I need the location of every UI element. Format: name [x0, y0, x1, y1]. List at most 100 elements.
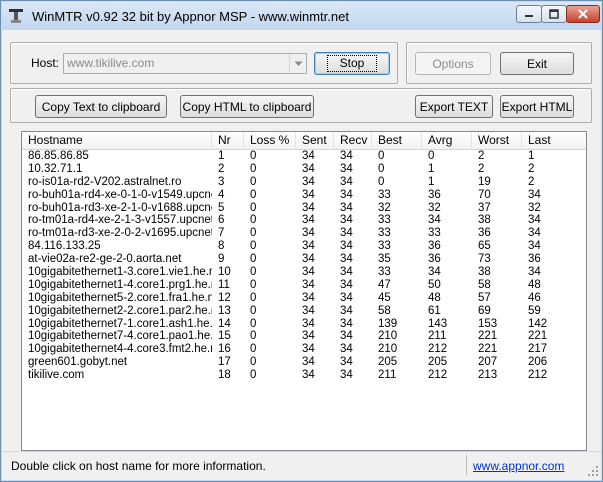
cell-best: 205: [378, 356, 398, 369]
cell-sent: 34: [302, 253, 315, 266]
cell-sent: 34: [302, 162, 315, 175]
table-row[interactable]: ro-tm01a-rd3-xe-2-0-2-v1695.upcnet.ro 7 0 3…: [22, 227, 586, 240]
title-bar[interactable]: WinMTR v0.92 32 bit by Appnor MSP - www.…: [2, 2, 601, 30]
close-button[interactable]: [566, 5, 600, 23]
cell-last: 221: [528, 330, 548, 343]
table-row[interactable]: 84.116.133.25 8 0 34 34 33 36 65 34: [22, 240, 586, 253]
table-row[interactable]: 10gigabitethernet2-2.core1.par2.he.net 13…: [22, 305, 586, 318]
cell-hostname[interactable]: ro-buh01a-rd4-xe-0-1-0-v1549.upcne...: [22, 189, 212, 202]
cell-hostname[interactable]: 10gigabitethernet7-1.core1.ash1.he....: [22, 318, 212, 331]
column-header-avrg[interactable]: Avrg: [422, 132, 472, 150]
table-row[interactable]: 10gigabitethernet4-4.core3.fmt2.he.net 16…: [22, 343, 586, 356]
column-header-nr[interactable]: Nr: [212, 132, 244, 150]
table-row[interactable]: ro-buh01a-rd4-xe-0-1-0-v1549.upcne... 4 0 3…: [22, 189, 586, 202]
cell-hostname[interactable]: ro-is01a-rd2-V202.astralnet.ro: [22, 176, 212, 189]
column-header-sent[interactable]: Sent: [296, 132, 334, 150]
host-input[interactable]: www.tikilive.com: [67, 56, 154, 70]
column-header-worst[interactable]: Worst: [472, 132, 522, 150]
cell-sent: 34: [302, 343, 315, 356]
stop-button[interactable]: Stop: [314, 52, 390, 75]
column-header-best[interactable]: Best: [372, 132, 422, 150]
column-header-hostname[interactable]: Hostname: [22, 132, 212, 150]
minimize-button[interactable]: [516, 5, 542, 23]
table-row[interactable]: ro-buh01a-rd3-xe-2-1-0-v1688.upcne... 5 0 3…: [22, 202, 586, 215]
cell-hostname[interactable]: ro-tm01a-rd4-xe-2-1-3-v1557.upcnet.ro: [22, 214, 212, 227]
cell-avrg: 212: [428, 343, 448, 356]
cell-worst: 2: [478, 162, 485, 175]
resize-grip-icon[interactable]: [587, 465, 599, 477]
cell-loss: 0: [250, 240, 257, 253]
cell-hostname[interactable]: ro-tm01a-rd3-xe-2-0-2-v1695.upcnet.ro: [22, 227, 212, 240]
table-row[interactable]: tikilive.com 18 0 34 34 211 212 213 212: [22, 369, 586, 382]
cell-sent: 34: [302, 227, 315, 240]
cell-hostname[interactable]: tikilive.com: [22, 369, 212, 382]
cell-hostname[interactable]: 10gigabitethernet1-3.core1.vie1.he.net: [22, 266, 212, 279]
cell-nr: 3: [218, 175, 225, 188]
cell-best: 139: [378, 317, 398, 330]
minimize-icon: [525, 15, 533, 17]
cell-hostname[interactable]: 10gigabitethernet1-4.core1.prg1.he.net: [22, 279, 212, 292]
cell-avrg: 33: [428, 227, 441, 240]
cell-hostname[interactable]: 86.85.86.85: [22, 150, 212, 163]
cell-recv: 34: [340, 201, 353, 214]
cell-recv: 34: [340, 175, 353, 188]
cell-hostname[interactable]: 10gigabitethernet7-4.core1.pao1.he....: [22, 330, 212, 343]
cell-last: 2: [528, 162, 535, 175]
cell-sent: 34: [302, 304, 315, 317]
cell-loss: 0: [250, 304, 257, 317]
cell-recv: 34: [340, 240, 353, 253]
cell-hostname[interactable]: 10gigabitethernet4-4.core3.fmt2.he.net: [22, 343, 212, 356]
cell-last: 217: [528, 343, 548, 356]
cell-hostname[interactable]: ro-buh01a-rd3-xe-2-1-0-v1688.upcne...: [22, 202, 212, 215]
table-row[interactable]: at-vie02a-re2-ge-2-0.aorta.net 9 0 34 34 35 36…: [22, 253, 586, 266]
cell-nr: 15: [218, 330, 231, 343]
table-row[interactable]: 10.32.71.1 2 0 34 34 0 1 2 2: [22, 163, 586, 176]
export-html-button[interactable]: Export HTML: [500, 95, 574, 118]
cell-nr: 16: [218, 343, 231, 356]
copy-text-button[interactable]: Copy Text to clipboard: [35, 95, 167, 118]
cell-best: 47: [378, 278, 391, 291]
cell-worst: 69: [478, 304, 491, 317]
cell-avrg: 36: [428, 240, 441, 253]
cell-hostname[interactable]: green601.gobyt.net: [22, 356, 212, 369]
table-row[interactable]: 10gigabitethernet1-4.core1.prg1.he.net 11…: [22, 279, 586, 292]
trace-table[interactable]: Hostname Nr Loss % Sent Recv Best Avrg Worst Las…: [21, 131, 587, 451]
table-row[interactable]: 10gigabitethernet7-1.core1.ash1.he.... 14…: [22, 318, 586, 331]
cell-worst: 36: [478, 227, 491, 240]
table-row[interactable]: 10gigabitethernet1-3.core1.vie1.he.net 10…: [22, 266, 586, 279]
cell-nr: 5: [218, 201, 225, 214]
table-row[interactable]: 10gigabitethernet5-2.core1.fra1.he.net 12…: [22, 292, 586, 305]
column-header-recv[interactable]: Recv: [334, 132, 372, 150]
cell-hostname[interactable]: 84.116.133.25: [22, 240, 212, 253]
table-row[interactable]: ro-tm01a-rd4-xe-2-1-3-v1557.upcnet.ro 6 0 3…: [22, 214, 586, 227]
appnor-link[interactable]: www.appnor.com: [473, 459, 564, 473]
cell-hostname[interactable]: 10gigabitethernet5-2.core1.fra1.he.net: [22, 292, 212, 305]
exit-button[interactable]: Exit: [500, 52, 574, 75]
cell-hostname[interactable]: at-vie02a-re2-ge-2-0.aorta.net: [22, 253, 212, 266]
host-dropdown-button[interactable]: [289, 54, 306, 73]
cell-sent: 34: [302, 150, 315, 162]
cell-hostname[interactable]: 10.32.71.1: [22, 163, 212, 176]
table-row[interactable]: green601.gobyt.net 17 0 34 34 205 205 207 206: [22, 356, 586, 369]
export-text-button[interactable]: Export TEXT: [415, 95, 493, 118]
cell-avrg: 34: [428, 266, 441, 279]
cell-loss: 0: [250, 291, 257, 304]
cell-last: 34: [528, 240, 541, 253]
maximize-button[interactable]: [541, 5, 567, 23]
column-header-last[interactable]: Last: [522, 132, 586, 150]
cell-best: 32: [378, 201, 391, 214]
table-row[interactable]: 10gigabitethernet7-4.core1.pao1.he.... 15…: [22, 330, 586, 343]
copy-html-button[interactable]: Copy HTML to clipboard: [180, 95, 314, 118]
table-row[interactable]: 86.85.86.85 1 0 34 34 0 0 2 1: [22, 150, 586, 163]
cell-worst: 65: [478, 240, 491, 253]
cell-hostname[interactable]: 10gigabitethernet2-2.core1.par2.he.net: [22, 305, 212, 318]
cell-last: 36: [528, 253, 541, 266]
table-row[interactable]: ro-is01a-rd2-V202.astralnet.ro 3 0 34 34 0 1 19…: [22, 176, 586, 189]
options-button[interactable]: Options: [415, 52, 491, 75]
cell-sent: 34: [302, 278, 315, 291]
cell-avrg: 0: [428, 150, 435, 162]
column-header-loss[interactable]: Loss %: [244, 132, 296, 150]
host-combobox[interactable]: www.tikilive.com: [63, 53, 307, 74]
cell-recv: 34: [340, 369, 353, 382]
cell-recv: 34: [340, 317, 353, 330]
